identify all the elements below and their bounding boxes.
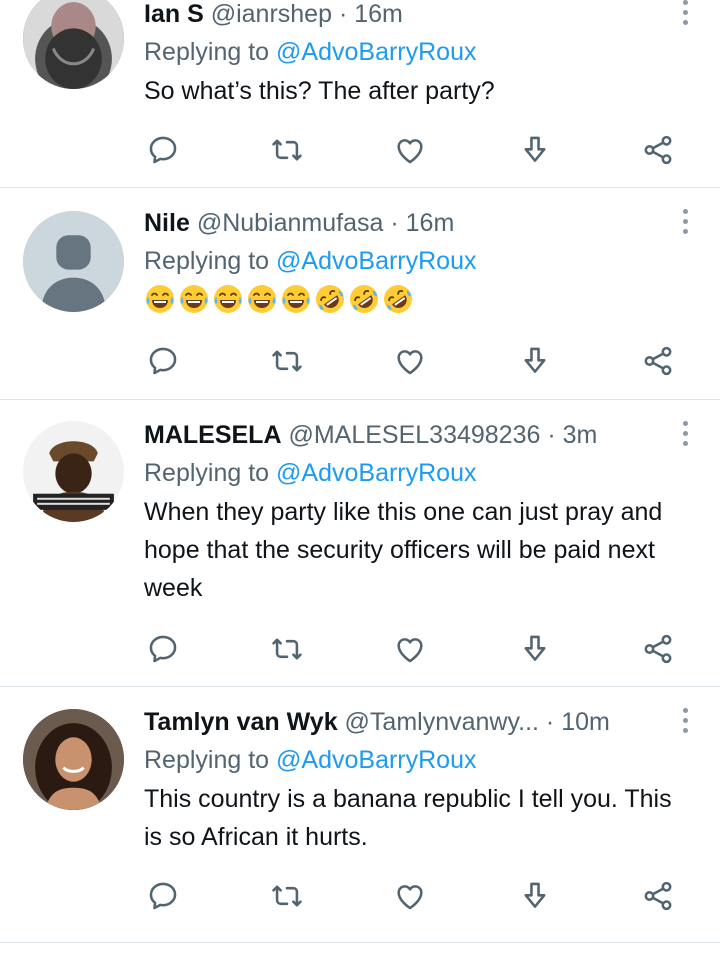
- like-icon[interactable]: [390, 629, 430, 669]
- rolling-on-floor-laughing-icon: [348, 283, 380, 315]
- like-icon[interactable]: [390, 130, 430, 170]
- tweet[interactable]: MALESELA @MALESEL33498236 · 3m Replying …: [0, 399, 720, 687]
- replying-to: Replying to @AdvoBarryRoux: [144, 245, 680, 277]
- reply-icon[interactable]: [143, 130, 183, 170]
- share-icon[interactable]: [638, 130, 678, 170]
- display-name[interactable]: Ian S: [144, 0, 204, 28]
- action-bar: [0, 130, 720, 170]
- separator: ·: [390, 209, 399, 237]
- rolling-on-floor-laughing-icon: [314, 283, 346, 315]
- download-icon[interactable]: [515, 876, 555, 916]
- user-handle[interactable]: @Nubianmufasa: [197, 209, 384, 237]
- separator: ·: [338, 0, 348, 28]
- tweet-text: When they party like this one can just p…: [144, 498, 663, 602]
- tweet-header: Nile @Nubianmufasa · 16m: [144, 207, 680, 239]
- face-with-tears-of-joy-icon: [280, 283, 312, 315]
- user-handle[interactable]: @MALESEL33498236: [288, 421, 540, 449]
- share-icon[interactable]: [638, 629, 678, 669]
- tweet-text: So what’s this? The after party?: [144, 77, 495, 105]
- reply-icon[interactable]: [143, 629, 183, 669]
- timestamp[interactable]: 16m: [354, 0, 403, 28]
- display-name[interactable]: MALESELA: [144, 421, 282, 449]
- replying-to-label: Replying to: [144, 247, 277, 275]
- mention-link[interactable]: @AdvoBarryRoux: [276, 746, 476, 774]
- tweet[interactable]: Nile @Nubianmufasa · 16m Replying to @Ad…: [0, 187, 720, 400]
- replying-to-label: Replying to: [144, 746, 277, 774]
- separator: ·: [547, 421, 556, 449]
- replying-to-label: Replying to: [144, 38, 277, 66]
- face-with-tears-of-joy-icon: [212, 283, 244, 315]
- rolling-on-floor-laughing-icon: [382, 283, 414, 315]
- tweet-header: Ian S @ianrshep · 16m: [144, 0, 680, 30]
- retweet-icon[interactable]: [267, 876, 307, 916]
- more-options-icon[interactable]: [682, 708, 690, 738]
- avatar[interactable]: [23, 211, 124, 312]
- replying-to-label: Replying to: [144, 459, 277, 487]
- timestamp[interactable]: 3m: [563, 421, 598, 449]
- tweet-header: Tamlyn van Wyk @Tamlynvanwy... · 10m: [144, 706, 680, 738]
- more-options-icon[interactable]: [682, 209, 690, 239]
- user-handle[interactable]: @Tamlynvanwy...: [345, 708, 539, 736]
- timestamp[interactable]: 16m: [406, 209, 455, 237]
- avatar[interactable]: [23, 0, 124, 89]
- reply-icon[interactable]: [143, 876, 183, 916]
- display-name[interactable]: Tamlyn van Wyk: [144, 708, 338, 736]
- action-bar: [0, 629, 720, 669]
- replying-to: Replying to @AdvoBarryRoux: [144, 457, 680, 489]
- replying-to: Replying to @AdvoBarryRoux: [144, 36, 680, 68]
- download-icon[interactable]: [515, 130, 555, 170]
- avatar[interactable]: [23, 421, 124, 522]
- replying-to: Replying to @AdvoBarryRoux: [144, 744, 680, 776]
- retweet-icon[interactable]: [267, 341, 307, 381]
- mention-link[interactable]: @AdvoBarryRoux: [276, 38, 476, 66]
- user-handle[interactable]: @ianrshep: [211, 0, 332, 28]
- face-with-tears-of-joy-icon: [178, 283, 210, 315]
- more-options-icon[interactable]: [682, 0, 690, 30]
- download-icon[interactable]: [515, 629, 555, 669]
- mention-link[interactable]: @AdvoBarryRoux: [276, 459, 476, 487]
- face-with-tears-of-joy-icon: [144, 283, 176, 315]
- action-bar: [0, 341, 720, 381]
- tweet-text: This country is a banana republic I tell…: [144, 785, 672, 851]
- retweet-icon[interactable]: [267, 629, 307, 669]
- download-icon[interactable]: [515, 341, 555, 381]
- reply-icon[interactable]: [143, 341, 183, 381]
- tweet[interactable]: Ian S @ianrshep · 16m Replying to @AdvoB…: [0, 0, 720, 188]
- display-name[interactable]: Nile: [144, 209, 190, 237]
- avatar[interactable]: [23, 709, 124, 810]
- tweet-header: MALESELA @MALESEL33498236 · 3m: [144, 419, 680, 451]
- timestamp[interactable]: 10m: [561, 708, 610, 736]
- separator: ·: [545, 708, 555, 736]
- emoji-row: [144, 283, 680, 317]
- like-icon[interactable]: [390, 341, 430, 381]
- share-icon[interactable]: [638, 341, 678, 381]
- like-icon[interactable]: [390, 876, 430, 916]
- tweet[interactable]: Tamlyn van Wyk @Tamlynvanwy... · 10m Rep…: [0, 686, 720, 943]
- mention-link[interactable]: @AdvoBarryRoux: [276, 247, 476, 275]
- action-bar: [0, 876, 720, 916]
- more-options-icon[interactable]: [682, 421, 690, 451]
- share-icon[interactable]: [638, 876, 678, 916]
- retweet-icon[interactable]: [267, 130, 307, 170]
- face-with-tears-of-joy-icon: [246, 283, 278, 315]
